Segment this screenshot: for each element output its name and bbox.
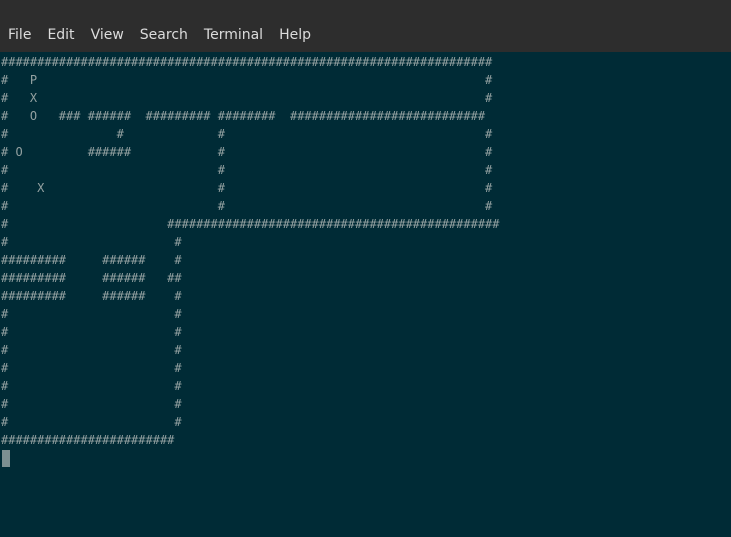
terminal-line: # # # (1, 199, 493, 213)
terminal-line: # # # # (1, 127, 493, 141)
terminal-line: # # (1, 307, 182, 321)
terminal-line: # # (1, 325, 182, 339)
terminal-line: # ######################################… (1, 217, 500, 231)
terminal-output: ########################################… (1, 53, 500, 467)
title-strip (0, 0, 731, 18)
terminal-area[interactable]: ########################################… (0, 52, 731, 537)
menu-bar: File Edit View Search Terminal Help (0, 18, 731, 52)
terminal-line: # P # (1, 73, 493, 87)
terminal-window: File Edit View Search Terminal Help ####… (0, 0, 731, 537)
terminal-line: ######### ###### # (1, 253, 182, 267)
terminal-line: # # (1, 361, 182, 375)
terminal-line: # # # (1, 163, 493, 177)
menu-edit[interactable]: Edit (39, 18, 82, 52)
terminal-line: ######### ###### ## (1, 271, 182, 285)
terminal-line: # # (1, 415, 182, 429)
terminal-line: # # (1, 379, 182, 393)
menu-view[interactable]: View (83, 18, 132, 52)
terminal-line: # # (1, 397, 182, 411)
terminal-line: # X # # (1, 181, 493, 195)
menu-terminal[interactable]: Terminal (196, 18, 271, 52)
terminal-line: # O ###### # # (1, 145, 493, 159)
terminal-line: # # (1, 343, 182, 357)
terminal-line: ########################################… (1, 55, 493, 69)
terminal-line: # # (1, 235, 182, 249)
terminal-line: ######################## (1, 433, 175, 447)
terminal-line: # O ### ###### ######### ######## ######… (1, 109, 486, 123)
menu-file[interactable]: File (0, 18, 39, 52)
menu-search[interactable]: Search (132, 18, 196, 52)
terminal-line: # X # (1, 91, 493, 105)
menu-help[interactable]: Help (271, 18, 319, 52)
text-cursor (2, 450, 10, 467)
terminal-line: ######### ###### # (1, 289, 182, 303)
